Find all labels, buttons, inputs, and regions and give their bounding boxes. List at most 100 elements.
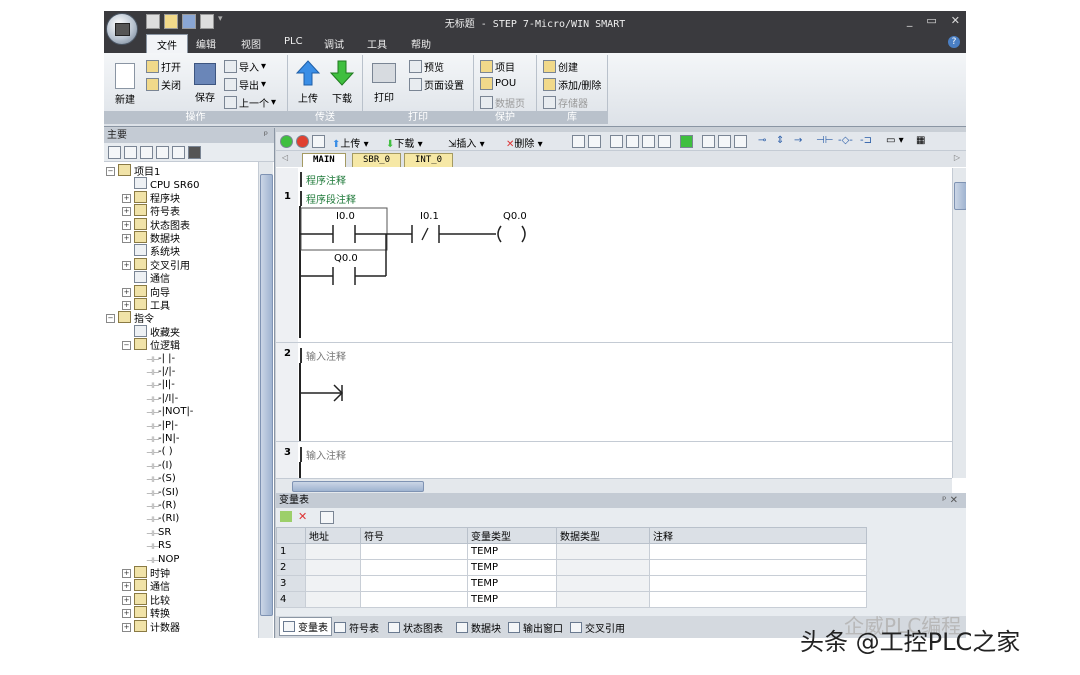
tree-item[interactable]: + 通信 bbox=[122, 579, 170, 593]
table-row[interactable]: 1 TEMP bbox=[276, 543, 867, 560]
tab-main[interactable]: MAIN bbox=[302, 153, 346, 167]
run-icon[interactable] bbox=[280, 135, 293, 148]
expand-icon[interactable]: + bbox=[122, 220, 131, 230]
expand-icon[interactable]: + bbox=[122, 609, 131, 619]
bottom-tab[interactable]: 输出窗口 bbox=[508, 620, 563, 635]
table-row[interactable]: 2 TEMP bbox=[276, 559, 867, 576]
expand-icon[interactable]: + bbox=[122, 622, 131, 632]
line-right-icon[interactable]: → bbox=[794, 135, 802, 146]
tree-item[interactable]: + 比较 bbox=[122, 592, 170, 607]
table-cell[interactable] bbox=[556, 543, 650, 560]
go-icon[interactable] bbox=[680, 135, 693, 148]
pou-icon[interactable] bbox=[734, 135, 747, 148]
bookmark-icon[interactable] bbox=[610, 135, 623, 148]
tree-item[interactable]: + 时钟 bbox=[122, 566, 170, 580]
table-cell[interactable] bbox=[556, 591, 650, 608]
coil-icon[interactable]: -◇- bbox=[838, 135, 853, 146]
create-button[interactable]: 创建 bbox=[543, 59, 578, 74]
table-cell[interactable] bbox=[556, 559, 650, 576]
toolbar-delete[interactable]: ✕删除 ▾ bbox=[506, 135, 543, 150]
tree-item[interactable]: ⊣⊢-|NOT|- bbox=[146, 405, 193, 418]
table-cell[interactable]: TEMP bbox=[467, 559, 557, 576]
table-cell[interactable] bbox=[649, 591, 867, 608]
scroll-thumb[interactable] bbox=[954, 182, 966, 210]
restore-button[interactable]: ▭ bbox=[926, 14, 936, 27]
column-header[interactable]: 地址 bbox=[305, 527, 361, 544]
expand-icon[interactable]: + bbox=[122, 595, 131, 605]
bottom-tab[interactable]: 符号表 bbox=[334, 620, 379, 635]
tree-item[interactable]: 收藏夹 bbox=[134, 324, 180, 339]
table-cell[interactable] bbox=[649, 543, 867, 560]
column-header[interactable]: 数据类型 bbox=[556, 527, 650, 544]
collapse-icon[interactable]: − bbox=[106, 167, 115, 176]
contact-icon[interactable]: ⊣⊢ bbox=[816, 135, 833, 146]
expand-icon[interactable]: + bbox=[122, 301, 131, 310]
download-button[interactable]: 下载 bbox=[328, 59, 356, 105]
project-button[interactable]: 项目 bbox=[480, 59, 515, 74]
tree-item[interactable]: ⊣⊢-(I) bbox=[146, 459, 172, 472]
tree-item[interactable]: ⊣⊢-|/|- bbox=[146, 365, 175, 378]
tree-item[interactable]: + 状态图表 bbox=[122, 217, 190, 232]
hscroll-thumb[interactable] bbox=[292, 481, 424, 492]
table-cell[interactable] bbox=[360, 543, 468, 560]
toolbar-download[interactable]: ⬇下载 ▾ bbox=[386, 135, 423, 150]
tree-item[interactable]: + 转换 bbox=[122, 606, 170, 620]
tree-item[interactable]: ⊣⊢RS bbox=[146, 539, 171, 552]
tree-item[interactable]: − 指令 bbox=[106, 311, 154, 325]
tree-item[interactable]: CPU SR60 bbox=[134, 177, 200, 191]
table-cell[interactable] bbox=[649, 575, 867, 592]
bookmark-icon[interactable] bbox=[626, 135, 639, 148]
network-icon[interactable] bbox=[588, 135, 601, 148]
tree-item[interactable]: ⊣⊢-|P|- bbox=[146, 419, 178, 432]
tab-tools[interactable]: 工具 bbox=[367, 36, 387, 51]
tree-item[interactable]: + 符号表 bbox=[122, 204, 180, 218]
table-cell[interactable]: TEMP bbox=[467, 543, 557, 560]
view-icon[interactable] bbox=[140, 146, 153, 159]
table-cell[interactable] bbox=[305, 543, 361, 560]
tree-item[interactable]: 系统块 bbox=[134, 244, 180, 258]
tree-item[interactable]: ⊣⊢SR bbox=[146, 526, 171, 539]
expand-icon[interactable]: + bbox=[122, 207, 131, 217]
tree-item[interactable]: ⊣⊢-|I|- bbox=[146, 378, 175, 391]
pin-close-icon[interactable]: ᵖ ✕ bbox=[942, 493, 958, 508]
tree-item[interactable]: + 工具 bbox=[122, 298, 170, 312]
tree-item[interactable]: − 位逻辑 bbox=[122, 338, 180, 352]
table-cell[interactable]: TEMP bbox=[467, 575, 557, 592]
tree-item[interactable]: ⊣⊢-( ) bbox=[146, 445, 173, 458]
tree-item[interactable]: + 程序块 bbox=[122, 190, 180, 205]
insert-row-icon[interactable] bbox=[280, 511, 292, 522]
table-row[interactable]: 3 TEMP bbox=[276, 575, 867, 592]
close-button-ribbon[interactable]: 关闭 bbox=[146, 77, 181, 92]
table-cell[interactable]: TEMP bbox=[467, 591, 557, 608]
line-up-icon[interactable]: ⇕ bbox=[776, 135, 784, 146]
tree-item[interactable]: + 计数器 bbox=[122, 619, 180, 634]
memory-button[interactable]: 存储器 bbox=[543, 95, 588, 110]
view-icon[interactable] bbox=[156, 146, 169, 159]
toolbar-insert[interactable]: ⇲插入 ▾ bbox=[448, 135, 485, 150]
tab-debug[interactable]: 调试 bbox=[324, 36, 344, 51]
tree-item[interactable]: 通信 bbox=[134, 271, 170, 285]
tree-item[interactable]: + 交叉引用 bbox=[122, 257, 190, 272]
column-header[interactable] bbox=[276, 527, 306, 544]
table-cell[interactable] bbox=[305, 559, 361, 576]
expand-icon[interactable]: + bbox=[122, 582, 131, 592]
bookmark-icon[interactable] bbox=[658, 135, 671, 148]
table-icon[interactable]: ▦ bbox=[916, 135, 925, 146]
table-cell[interactable] bbox=[556, 575, 650, 592]
bottom-tab[interactable]: 交叉引用 bbox=[570, 620, 625, 635]
expand-icon[interactable]: + bbox=[122, 234, 131, 243]
column-header[interactable]: 注释 bbox=[649, 527, 867, 544]
bookmark-icon[interactable] bbox=[642, 135, 655, 148]
line-down-icon[interactable]: ⊸ bbox=[758, 135, 766, 146]
new-button[interactable]: 新建 bbox=[110, 63, 140, 106]
delete-row-icon[interactable]: ✕ bbox=[298, 511, 310, 522]
import-button[interactable]: 导入 ▾ bbox=[224, 59, 266, 74]
table-cell[interactable] bbox=[360, 559, 468, 576]
minimize-button[interactable]: _ bbox=[907, 14, 913, 27]
column-header[interactable]: 符号 bbox=[360, 527, 468, 544]
print-button[interactable]: 打印 bbox=[369, 63, 399, 104]
tree-item[interactable]: ⊣⊢-|N|- bbox=[146, 432, 179, 445]
close-button[interactable]: ✕ bbox=[951, 14, 960, 27]
tree-item[interactable]: ⊣⊢-(R) bbox=[146, 499, 176, 512]
export-button[interactable]: 导出 ▾ bbox=[224, 77, 266, 92]
